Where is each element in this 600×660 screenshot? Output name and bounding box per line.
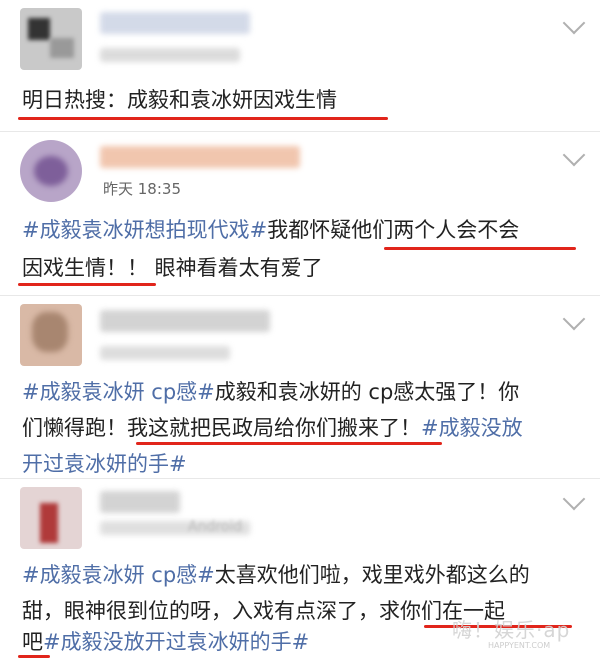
post-text: 因戏生情！！ 眼神看着太有爱了 [22,256,323,280]
post-text-line-1: #成毅袁冰妍 cp感#成毅和袁冰妍的 cp感太强了！你 [22,374,582,410]
highlight-underline [384,247,576,250]
meta-blurred-text: Android [188,519,243,535]
chevron-down-icon[interactable] [562,143,586,167]
timestamp: 昨天 18:35 [103,180,181,198]
username-blurred[interactable] [100,310,270,332]
highlight-underline [18,283,156,286]
post-text-line-2: 因戏生情！！ 眼神看着太有爱了 [22,250,582,286]
avatar[interactable] [20,8,82,70]
post-text-line: 明日热搜：成毅和袁冰妍因戏生情 [22,88,337,112]
timestamp-blurred [100,48,240,62]
highlight-underline [18,117,388,120]
topic-tag[interactable]: #成毅袁冰妍 cp感# [22,563,215,587]
post-text-line-1: #成毅袁冰妍想拍现代戏#我都怀疑他们两个人会不会 [22,212,582,248]
watermark: 嗨！娱乐·ap [452,618,571,642]
post-2: 昨天 18:35 #成毅袁冰妍想拍现代戏#我都怀疑他们两个人会不会 因戏生情！！… [0,132,600,294]
avatar[interactable] [20,140,82,202]
chevron-down-icon[interactable] [562,307,586,331]
topic-tag[interactable]: #成毅袁冰妍想拍现代戏# [22,218,267,242]
watermark-sub: HAPPYENT.COM [488,641,551,650]
post-text-line-1: #成毅袁冰妍 cp感#太喜欢他们啦，戏里戏外都这么的 [22,557,582,593]
post-text: 成毅和袁冰妍的 cp感太强了！你 [214,380,520,404]
username-blurred[interactable] [100,491,180,513]
topic-tag[interactable]: #成毅袁冰妍 cp感# [22,380,215,404]
post-text: 甜，眼神很到位的呀，入戏有点深了，求你们在一起 [22,599,505,623]
avatar[interactable] [20,304,82,366]
post-text: 我都怀疑他们两个人会不会 [267,218,520,242]
post-text-line-2: 们懒得跑！我这就把民政局给你们搬来了！#成毅没放 [22,410,582,446]
avatar[interactable] [20,487,82,549]
post-text: 们懒得跑！我这就把民政局给你们搬来了！ [22,416,421,440]
post-text: 明日热搜：成毅和袁冰妍因戏生情 [22,82,582,118]
highlight-underline [136,442,442,445]
post-1: 明日热搜：成毅和袁冰妍因戏生情 [0,0,600,128]
username-blurred[interactable] [100,146,300,168]
chevron-down-icon[interactable] [562,487,586,511]
post-text: 太喜欢他们啦，戏里戏外都这么的 [214,563,530,587]
topic-tag[interactable]: #成毅没放 [421,416,523,440]
post-text: 吧 [22,630,43,654]
post-text-line-3: 开过袁冰妍的手# [22,446,582,482]
timestamp-blurred [100,346,230,360]
chevron-down-icon[interactable] [562,11,586,35]
topic-tag[interactable]: 开过袁冰妍的手# [22,452,187,476]
post-3: #成毅袁冰妍 cp感#成毅和袁冰妍的 cp感太强了！你 们懒得跑！我这就把民政局… [0,296,600,478]
topic-tag[interactable]: #成毅没放开过袁冰妍的手# [43,630,309,654]
username-blurred[interactable] [100,12,250,34]
